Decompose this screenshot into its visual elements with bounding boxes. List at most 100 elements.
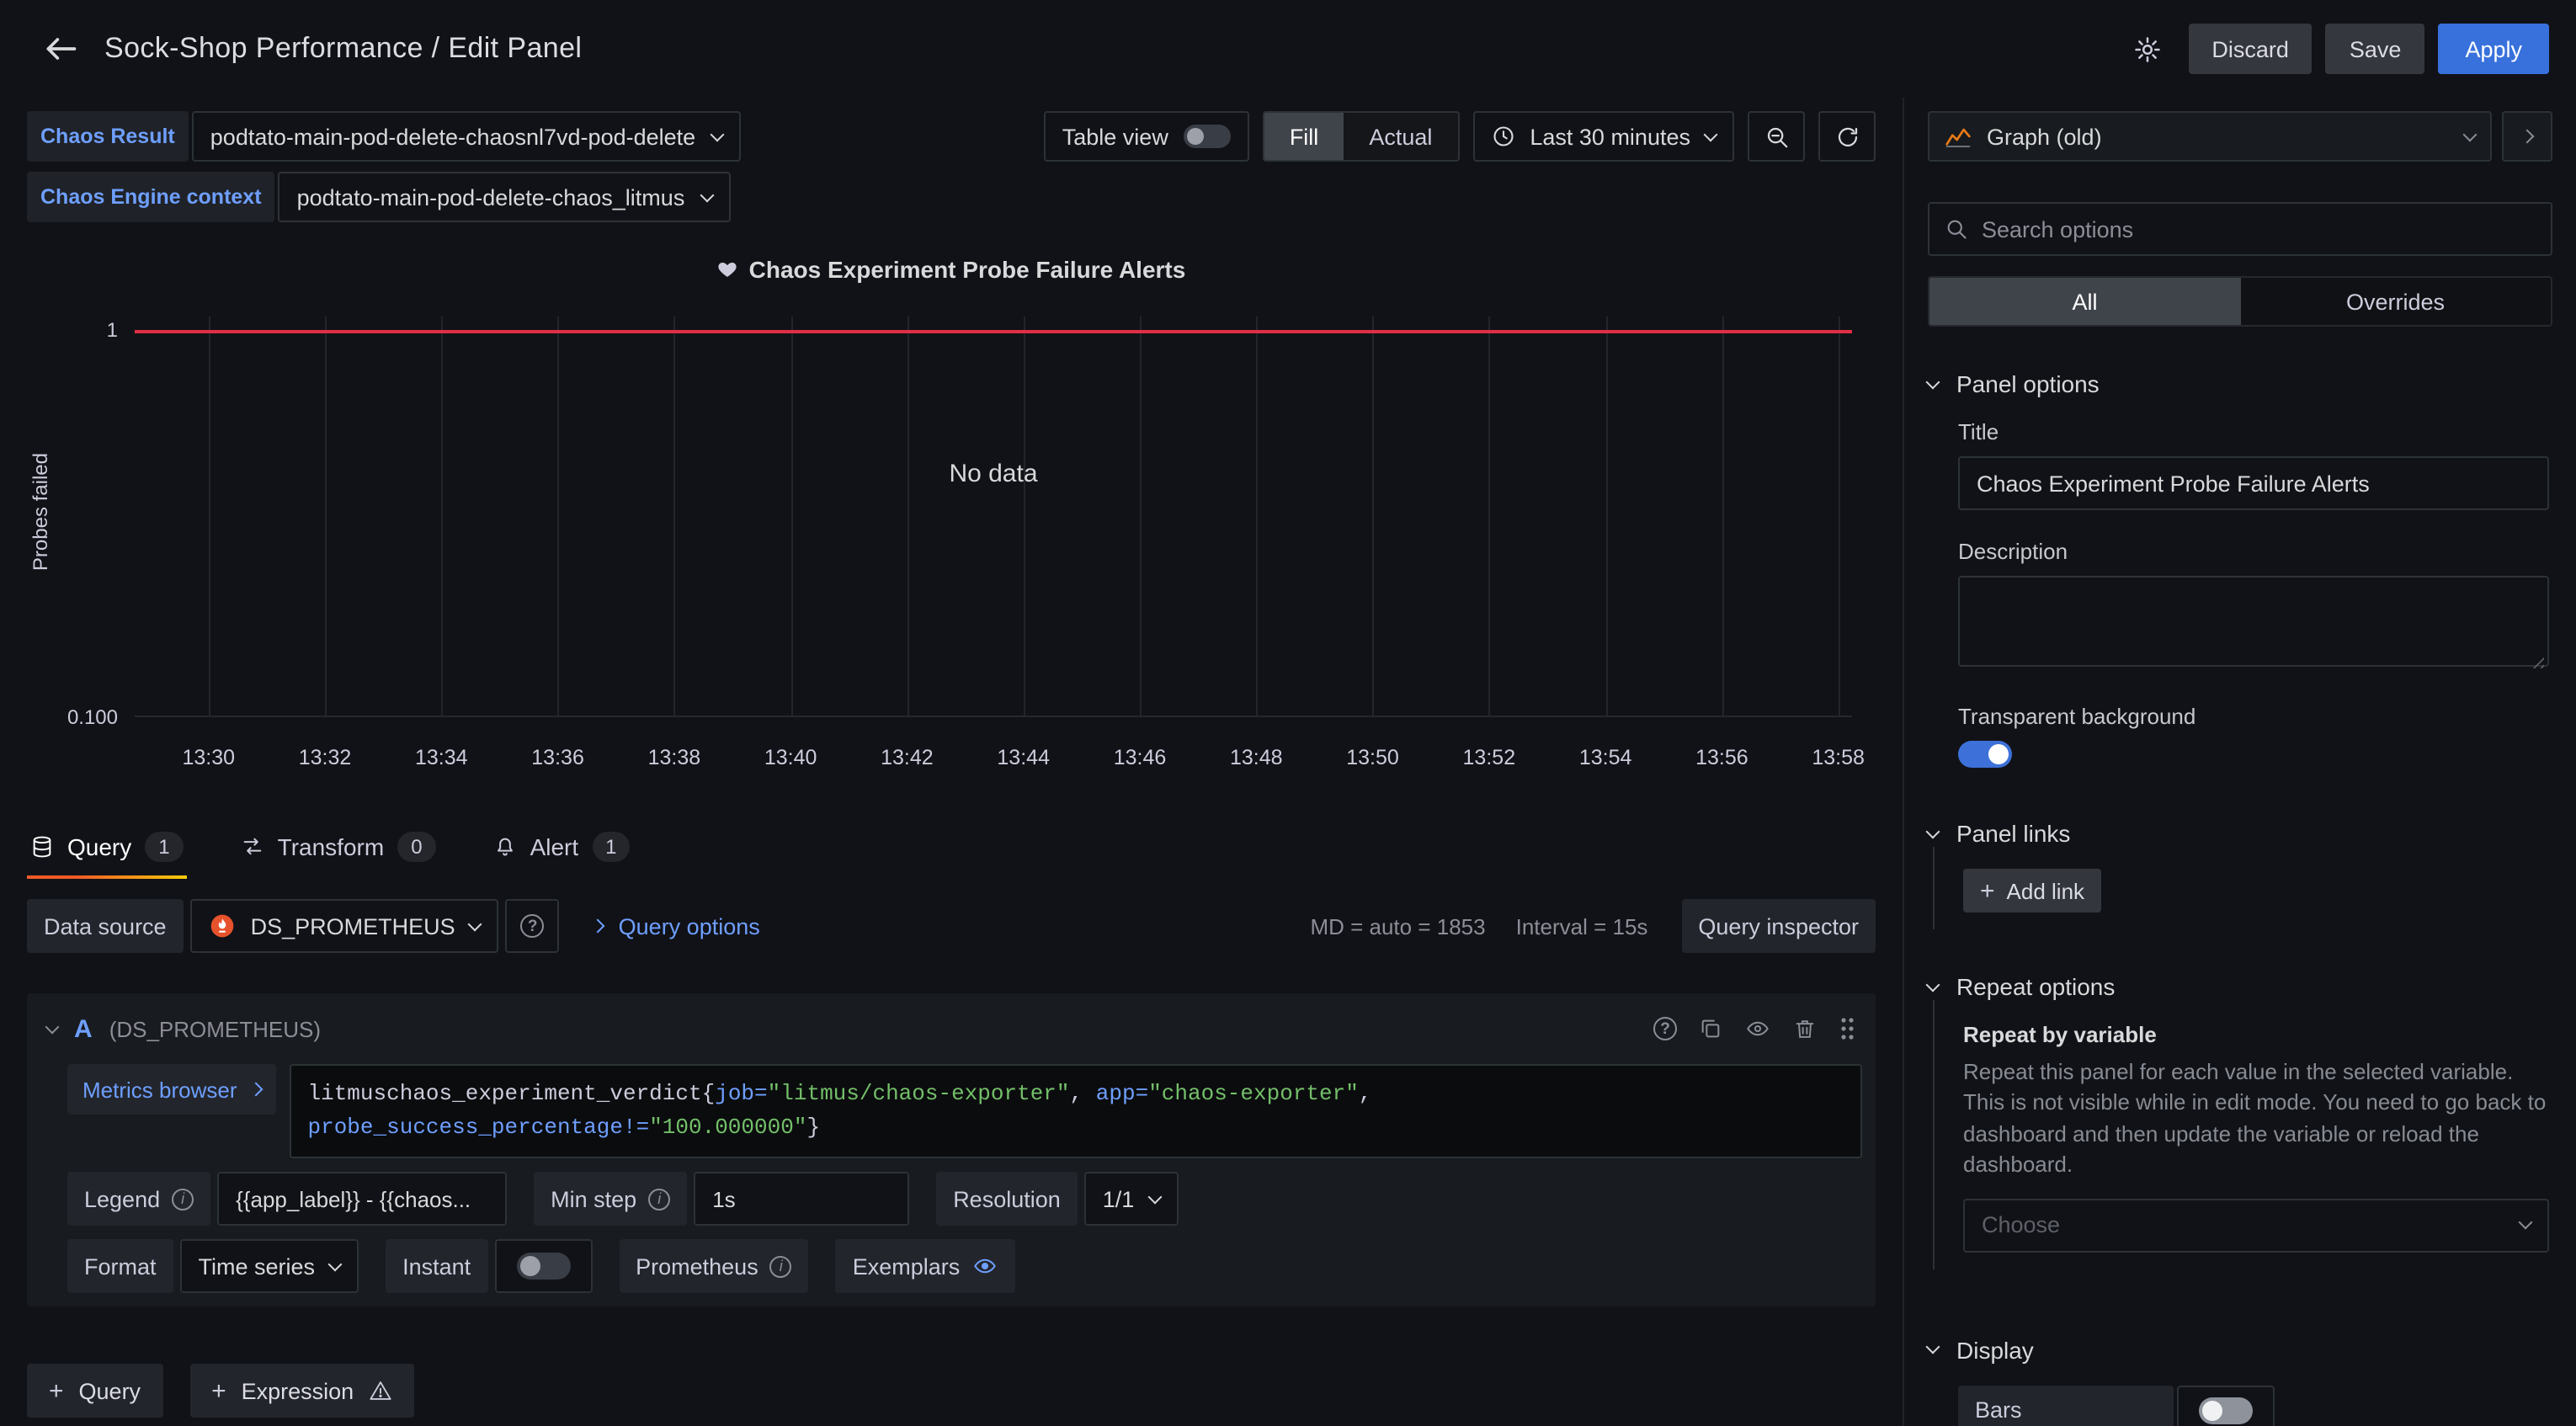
instant-switch-box — [494, 1240, 592, 1294]
format-value: Time series — [199, 1254, 316, 1280]
discard-button[interactable]: Discard — [2188, 24, 2313, 74]
table-view-control: Table view — [1044, 111, 1249, 162]
refresh-button[interactable] — [1818, 111, 1876, 162]
tab-transform[interactable]: Transform 0 — [237, 822, 439, 879]
fill-option[interactable]: Fill — [1264, 113, 1344, 160]
plot-area: No data — [135, 317, 1852, 717]
expr-token: = — [1136, 1081, 1149, 1106]
datasource-label: Data source — [27, 899, 184, 953]
variable-select-chaos-engine-context[interactable]: podtato-main-pod-delete-chaos_litmus — [279, 172, 731, 222]
repeat-help-text: Repeat this panel for each value in the … — [1963, 1057, 2549, 1182]
panel-options-section: Panel options Title Description Transpar… — [1928, 370, 2552, 776]
y-axis-title: Probes failed — [29, 453, 52, 571]
plus-icon: + — [49, 1377, 64, 1406]
tab-count-badge: 1 — [592, 832, 630, 862]
panel-links-header[interactable]: Panel links — [1928, 820, 2552, 847]
table-view-toggle[interactable] — [1184, 125, 1231, 148]
display-header[interactable]: Display — [1928, 1337, 2552, 1364]
zoom-out-button[interactable] — [1748, 111, 1805, 162]
datasource-picker[interactable]: DS_PROMETHEUS — [190, 899, 499, 953]
back-button[interactable] — [27, 15, 94, 82]
display-content: Bars — [1928, 1364, 2552, 1426]
gridline — [1489, 317, 1491, 716]
transparent-background-toggle[interactable] — [1958, 741, 2012, 768]
interval-summary: Interval = 15s — [1516, 913, 1648, 939]
panel-settings-button[interactable] — [2121, 24, 2174, 74]
panel-options-header[interactable]: Panel options — [1928, 370, 2552, 397]
tab-query[interactable]: Query 1 — [27, 822, 187, 879]
min-step-label-chip: Min step i — [534, 1173, 687, 1226]
panel-description-textarea[interactable] — [1958, 576, 2549, 667]
eye-icon[interactable] — [971, 1255, 998, 1279]
add-link-button[interactable]: + Add link — [1963, 869, 2101, 913]
query-card-header: A (DS_PROMETHEUS) ? — [40, 1003, 1862, 1054]
format-label-chip: Format — [67, 1240, 173, 1294]
instant-group: Instant — [386, 1240, 592, 1294]
query-options-label: Query options — [619, 913, 760, 939]
metrics-browser-button[interactable]: Metrics browser — [67, 1064, 276, 1115]
bars-row: Bars — [1958, 1386, 2549, 1426]
variable-select-chaos-result[interactable]: podtato-main-pod-delete-chaosnl7vd-pod-d… — [192, 111, 741, 162]
toggle-options-pane-button[interactable] — [2502, 111, 2552, 162]
options-search-box — [1928, 202, 2552, 256]
options-search-input[interactable] — [1982, 216, 2536, 242]
variable-label-chaos-result: Chaos Result — [27, 111, 189, 162]
resolution-select[interactable]: 1/1 — [1084, 1173, 1179, 1226]
tab-label: Transform — [278, 833, 385, 860]
gridline — [1024, 317, 1025, 716]
min-step-input[interactable] — [694, 1173, 909, 1226]
tab-label: Alert — [530, 833, 579, 860]
tab-all[interactable]: All — [1929, 278, 2240, 325]
format-group: Format Time series — [67, 1240, 359, 1294]
repeat-variable-select[interactable]: Choose — [1963, 1199, 2549, 1253]
format-select[interactable]: Time series — [180, 1240, 359, 1294]
y-tick-label: 0.100 — [27, 705, 118, 729]
time-range-picker[interactable]: Last 30 minutes — [1472, 111, 1734, 162]
view-controls: Table view Fill Actual Last 30 minutes — [1044, 111, 1876, 162]
gridline — [1605, 317, 1607, 716]
trash-icon[interactable] — [1793, 1017, 1817, 1040]
expr-token: = — [754, 1081, 768, 1106]
plus-icon: + — [1980, 876, 1995, 905]
help-icon[interactable]: ? — [1653, 1017, 1677, 1040]
x-tick-label: 13:40 — [764, 746, 817, 769]
exemplars-label: Exemplars — [853, 1254, 961, 1280]
bars-switch-box — [2177, 1386, 2275, 1426]
panel-title-input[interactable] — [1958, 456, 2549, 510]
apply-button[interactable]: Apply — [2438, 24, 2549, 74]
gridline — [1140, 317, 1142, 716]
legend-input[interactable] — [217, 1173, 507, 1226]
collapse-chevron-icon[interactable] — [45, 1019, 60, 1034]
tab-alert[interactable]: Alert 1 — [490, 822, 634, 879]
datasource-help-button[interactable]: ? — [506, 899, 560, 953]
add-query-button[interactable]: + Query — [27, 1365, 162, 1418]
drag-handle-icon[interactable] — [1839, 1015, 1855, 1042]
visualization-picker[interactable]: Graph (old) — [1928, 111, 2492, 162]
query-card-actions: ? — [1653, 1015, 1855, 1042]
add-expression-button[interactable]: + Expression — [189, 1365, 414, 1418]
repeat-by-variable-label: Repeat by variable — [1963, 1022, 2549, 1047]
time-range-label: Last 30 minutes — [1530, 124, 1690, 149]
expr-token: "chaos-exporter" — [1148, 1081, 1359, 1106]
expr-token: job — [715, 1081, 754, 1106]
bars-toggle[interactable] — [2199, 1397, 2253, 1424]
x-tick-label: 13:52 — [1463, 746, 1516, 769]
actual-option[interactable]: Actual — [1344, 113, 1457, 160]
query-expression[interactable]: litmuschaos_experiment_verdict{job="litm… — [290, 1064, 1863, 1159]
instant-label-chip: Instant — [386, 1240, 487, 1294]
x-tick-label: 13:58 — [1812, 746, 1865, 769]
panel-links-section: Panel links + Add link — [1928, 820, 2552, 929]
gridline — [790, 317, 792, 716]
tab-overrides[interactable]: Overrides — [2240, 278, 2551, 325]
x-tick-label: 13:34 — [415, 746, 468, 769]
instant-toggle[interactable] — [516, 1253, 570, 1280]
datasource-value: DS_PROMETHEUS — [251, 913, 455, 939]
query-inspector-button[interactable]: Query inspector — [1681, 899, 1876, 953]
chevron-right-icon — [591, 919, 605, 934]
save-button[interactable]: Save — [2326, 24, 2425, 74]
variable-label-chaos-engine-context: Chaos Engine context — [27, 172, 275, 222]
eye-icon[interactable] — [1744, 1017, 1771, 1040]
repeat-options-header[interactable]: Repeat options — [1928, 973, 2552, 1000]
copy-icon[interactable] — [1699, 1017, 1722, 1040]
query-options-expander[interactable]: Query options — [593, 913, 760, 939]
